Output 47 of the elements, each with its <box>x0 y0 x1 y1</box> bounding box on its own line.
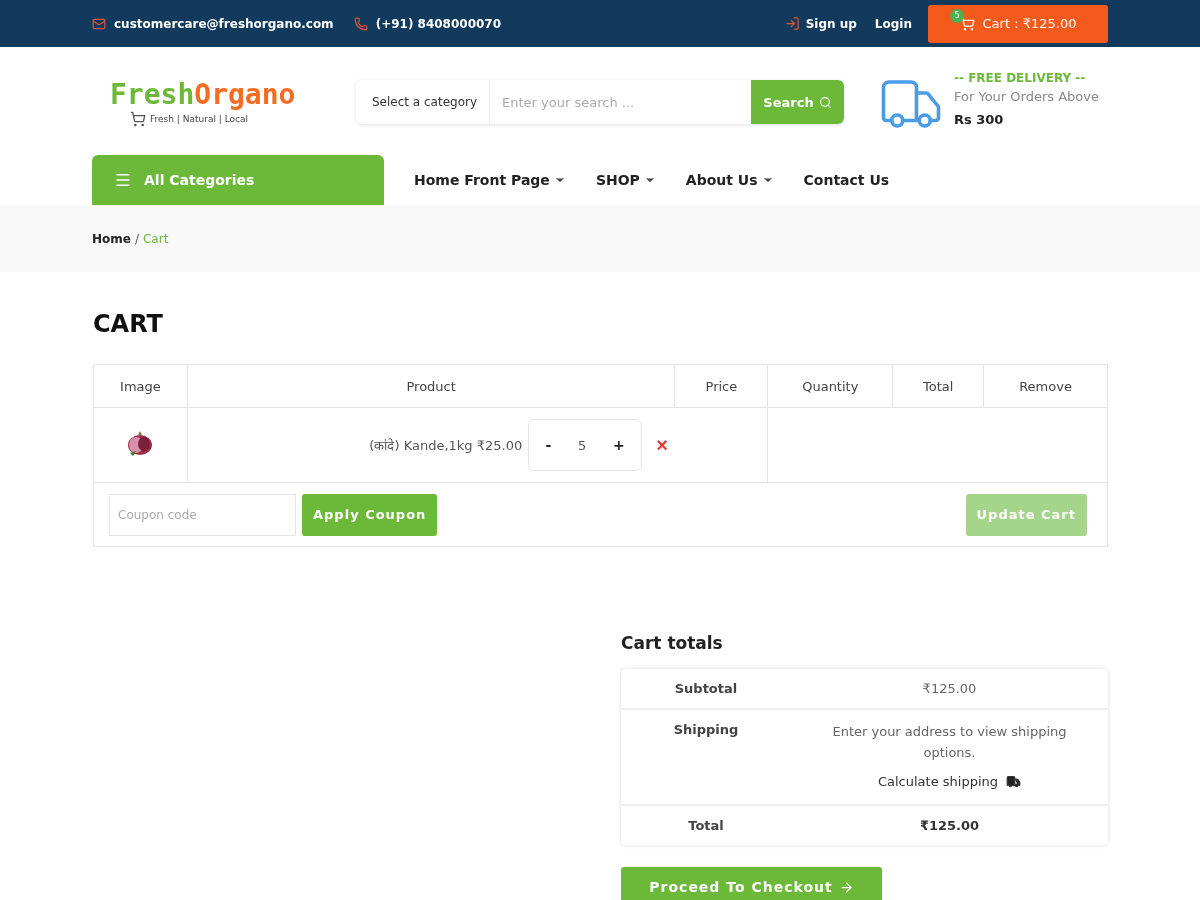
product-name: (कांदे) Kande,1kg ₹25.00 <box>369 437 523 454</box>
column-header: Total <box>892 364 984 408</box>
search-field[interactable]: Enter your search ... <box>490 80 751 124</box>
coupon-field[interactable]: Coupon code <box>109 493 296 536</box>
nav-link[interactable]: Contact Us <box>803 155 890 205</box>
arrow-icon <box>838 879 854 895</box>
nav-link[interactable]: About Us <box>685 155 774 205</box>
signup-icon <box>784 16 800 31</box>
column-header: Price <box>674 364 768 408</box>
phone-icon <box>353 16 368 31</box>
nav-link[interactable]: SHOP <box>595 155 656 205</box>
delivery-amount: Rs 300 <box>954 112 1005 127</box>
decrement-button[interactable]: - <box>539 436 558 454</box>
logo-text: Organo <box>194 77 296 111</box>
totals-label: Shipping <box>672 722 740 739</box>
email-text: customercare@freshorgano.com <box>114 16 334 31</box>
mail-icon <box>92 16 106 31</box>
column-header: Remove <box>983 364 1108 408</box>
breadcrumb-separator: / <box>134 231 139 246</box>
column-header: Product <box>187 364 675 408</box>
totals-label: Total <box>687 818 725 834</box>
remove-button[interactable]: × <box>648 433 676 457</box>
breadcrumb-link[interactable]: Home <box>92 231 131 246</box>
delivery-title: -- FREE DELIVERY -- <box>954 71 1087 85</box>
calculate-shipping-link[interactable]: Calculate shipping <box>877 771 1022 793</box>
column-header: Quantity <box>767 364 893 408</box>
column-header: Image <box>93 364 188 408</box>
section-title: Cart totals <box>621 633 724 653</box>
cart-count-badge: 5 <box>950 8 964 23</box>
page-title: CART <box>93 310 164 338</box>
signup-link[interactable]: Sign up <box>784 16 857 31</box>
logo-tagline: Fresh | Natural | Local <box>150 113 248 124</box>
nav-link[interactable]: Home Front Page <box>414 155 566 205</box>
totals-value: ₹125.00 <box>918 818 981 834</box>
logo-text: Fresh <box>110 77 195 111</box>
totals-label: Subtotal <box>673 681 739 696</box>
menu-icon <box>114 171 132 189</box>
quantity-value: 5 <box>578 437 587 453</box>
delivery-text: For Your Orders Above <box>954 89 1099 104</box>
login-link[interactable]: Login <box>874 16 912 31</box>
phone-text: (+91) 8408000070 <box>375 16 502 31</box>
truck-icon <box>1006 774 1022 790</box>
shipping-note: Enter your address to view shipping options. <box>831 723 1068 762</box>
cart-icon <box>130 110 146 127</box>
totals-value: ₹125.00 <box>921 681 978 696</box>
search-icon <box>818 95 832 109</box>
increment-button[interactable]: + <box>607 436 631 454</box>
